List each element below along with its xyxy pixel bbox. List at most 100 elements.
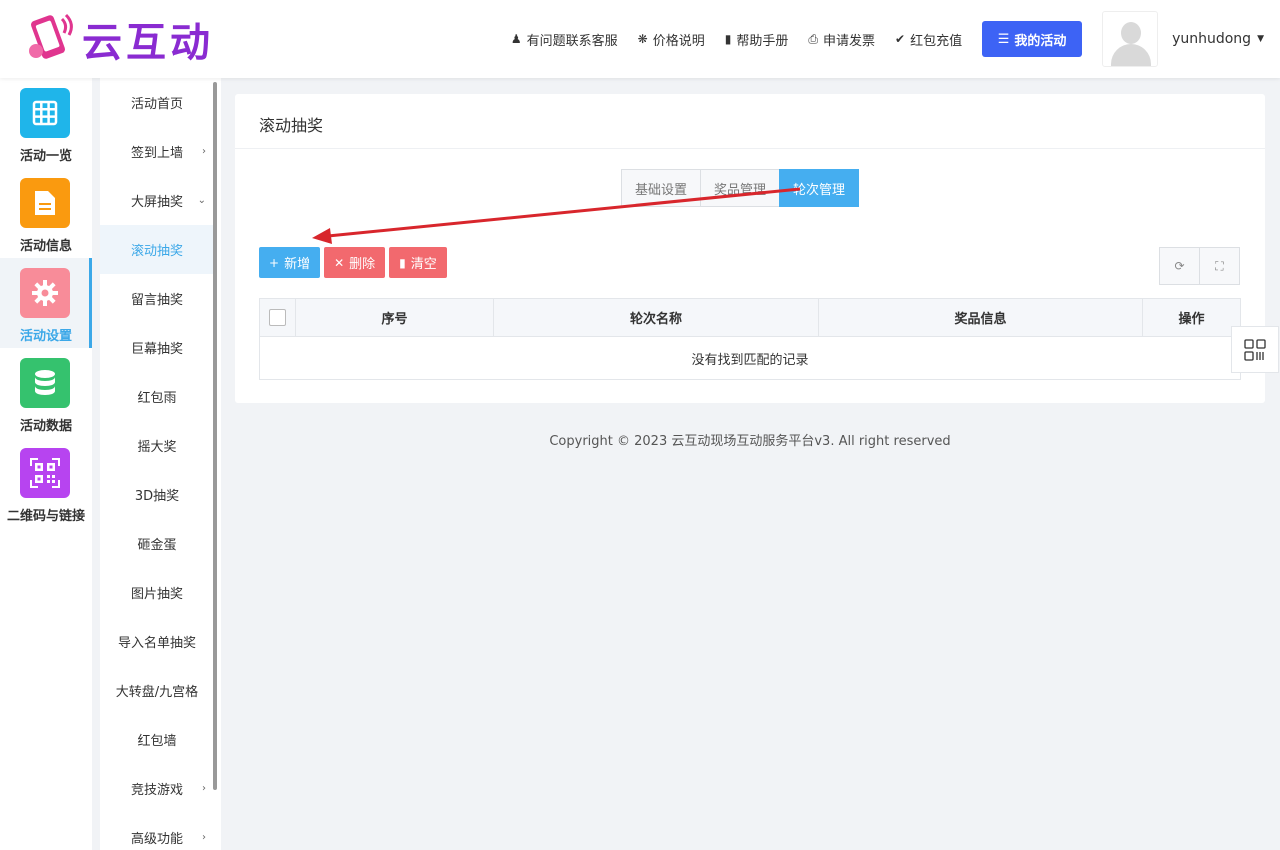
table-header: 序号 轮次名称 奖品信息 操作	[260, 299, 1240, 337]
username-label: yunhudong	[1172, 31, 1252, 47]
pricing-label: 价格说明	[652, 33, 705, 49]
tab-basic-settings[interactable]: 基础设置	[621, 169, 702, 207]
add-button[interactable]: + 新增	[259, 247, 321, 278]
top-header: 云互动 ♟ 有问题联系客服 ❋ 价格说明 ▮ 帮助手册 ⎙ 申请发票 ✔ 红包充…	[0, 0, 1280, 78]
refresh-icon: ⟳	[1174, 259, 1185, 273]
chevron-right-icon: ›	[202, 783, 206, 794]
my-activity-button[interactable]: ☰ 我的活动	[982, 21, 1083, 57]
submenu-label: 红包墙	[137, 734, 177, 749]
sidebar-item-info[interactable]: 活动信息	[0, 168, 92, 258]
submenu-item-red-packet-wall[interactable]: 红包墙	[100, 715, 214, 764]
submenu-label: 砸金蛋	[137, 538, 177, 553]
submenu-item-advanced[interactable]: 高级功能 ›	[100, 813, 214, 850]
submenu-item-red-packet-rain[interactable]: 红包雨	[100, 372, 214, 421]
recharge-label: 红包充值	[910, 33, 963, 49]
submenu-item-rolling-lottery[interactable]: 滚动抽奖	[100, 225, 214, 274]
invoice-link[interactable]: ⎙ 申请发票	[808, 30, 875, 49]
submenu-item-competitive-games[interactable]: 竞技游戏 ›	[100, 764, 214, 813]
empty-message: 没有找到匹配的记录	[691, 352, 809, 368]
delete-button[interactable]: ✕ 删除	[324, 247, 386, 278]
support-link[interactable]: ♟ 有问题联系客服	[511, 30, 618, 49]
database-icon	[20, 358, 70, 408]
user-menu[interactable]: yunhudong ▼	[1172, 31, 1264, 47]
sidebar-item-qrcode[interactable]: 二维码与链接	[0, 438, 92, 528]
footer-copyright: Copyright © 2023 云互动现场互动服务平台v3. All righ…	[549, 434, 951, 449]
submenu-item-wheel-grid[interactable]: 大转盘/九宫格	[100, 666, 214, 715]
sub-menu: 活动首页 签到上墙 › 大屏抽奖 ⌄ 滚动抽奖 留言抽奖 巨幕抽奖 红包雨 摇大奖 …	[100, 78, 221, 850]
submenu-label: 签到上墙	[130, 146, 183, 161]
tab-prize-management[interactable]: 奖品管理	[700, 169, 781, 207]
submenu-item-shake-prize[interactable]: 摇大奖	[100, 421, 214, 470]
submenu-scrollbar[interactable]	[213, 82, 217, 790]
select-all-checkbox[interactable]	[269, 309, 286, 326]
floating-qrcode-button[interactable]	[1231, 326, 1279, 373]
help-link[interactable]: ▮ 帮助手册	[725, 30, 789, 49]
sidebar-label: 二维码与链接	[6, 509, 85, 524]
submenu-item-3d-lottery[interactable]: 3D抽奖	[100, 470, 214, 519]
column-prize-info[interactable]: 奖品信息	[819, 299, 1143, 336]
help-label: 帮助手册	[736, 33, 789, 49]
fullscreen-button[interactable]: ⛶	[1199, 247, 1240, 285]
icon-sidebar: 活动一览 活动信息 活动设置 活动数据 二维码与链接	[0, 78, 92, 850]
avatar[interactable]	[1102, 11, 1159, 67]
column-actions: 操作	[1178, 312, 1205, 327]
sidebar-item-settings[interactable]: 活动设置	[0, 258, 92, 348]
sidebar-label: 活动设置	[19, 329, 72, 344]
submenu-item-golden-egg[interactable]: 砸金蛋	[100, 519, 214, 568]
fullscreen-icon: ⛶	[1215, 258, 1224, 273]
book-icon: ▮	[724, 32, 732, 46]
clear-label: 清空	[410, 257, 437, 272]
list-icon: ☰	[997, 31, 1010, 47]
close-icon: ✕	[334, 255, 345, 270]
column-index[interactable]: 序号	[296, 299, 494, 336]
clear-button[interactable]: ▮ 清空	[389, 247, 447, 278]
pricing-link[interactable]: ❋ 价格说明	[638, 30, 705, 49]
trash-icon: ▮	[399, 255, 406, 270]
sidebar-label: 活动一览	[19, 149, 72, 164]
shield-check-icon: ✔	[895, 32, 906, 46]
submenu-item-image-lottery[interactable]: 图片抽奖	[100, 568, 214, 617]
submenu-item-giant-screen-lottery[interactable]: 巨幕抽奖	[100, 323, 214, 372]
submenu-label: 图片抽奖	[130, 587, 183, 602]
qrcode-icon	[20, 448, 70, 498]
delete-label: 删除	[349, 257, 376, 272]
sidebar-item-data[interactable]: 活动数据	[0, 348, 92, 438]
sidebar-label: 活动信息	[19, 239, 72, 254]
select-all-cell	[260, 299, 296, 336]
column-round-name[interactable]: 轮次名称	[494, 299, 819, 336]
qrcode-outline-icon	[1244, 338, 1266, 361]
top-nav: ♟ 有问题联系客服 ❋ 价格说明 ▮ 帮助手册 ⎙ 申请发票 ✔ 红包充值 ☰ …	[511, 0, 1280, 78]
brand-logo[interactable]: 云互动	[22, 10, 214, 68]
submenu-item-home[interactable]: 活动首页	[100, 78, 214, 127]
submenu-item-import-list-lottery[interactable]: 导入名单抽奖	[100, 617, 214, 666]
submenu-label: 巨幕抽奖	[130, 342, 183, 357]
add-label: 新增	[284, 257, 311, 272]
support-label: 有问题联系客服	[526, 33, 618, 49]
submenu-label: 大屏抽奖	[130, 195, 183, 210]
submenu-label: 留言抽奖	[130, 293, 183, 308]
my-activity-label: 我的活动	[1014, 33, 1067, 49]
grid-icon	[20, 88, 70, 138]
tab-round-management[interactable]: 轮次管理	[779, 169, 860, 207]
badge-icon: ❋	[637, 32, 648, 46]
chevron-right-icon: ›	[202, 832, 206, 843]
invoice-label: 申请发票	[822, 33, 875, 49]
phone-logo-icon	[22, 11, 78, 67]
user-add-icon: ♟	[510, 32, 522, 46]
submenu-label: 导入名单抽奖	[117, 636, 196, 651]
submenu-item-signin-wall[interactable]: 签到上墙 ›	[100, 127, 214, 176]
brand-name: 云互动	[82, 20, 214, 66]
avatar-head	[1121, 22, 1142, 44]
sidebar-item-overview[interactable]: 活动一览	[0, 78, 92, 168]
chevron-right-icon: ›	[202, 146, 206, 157]
printer-icon: ⎙	[808, 31, 818, 46]
submenu-label: 大转盘/九宫格	[115, 685, 199, 700]
refresh-button[interactable]: ⟳	[1159, 247, 1200, 285]
submenu-label: 活动首页	[130, 97, 183, 112]
submenu-item-big-screen-lottery[interactable]: 大屏抽奖 ⌄	[100, 176, 214, 225]
submenu-item-message-lottery[interactable]: 留言抽奖	[100, 274, 214, 323]
avatar-body	[1111, 44, 1152, 66]
gear-icon	[20, 268, 70, 318]
chevron-down-icon: ⌄	[197, 195, 206, 206]
recharge-link[interactable]: ✔ 红包充值	[895, 30, 962, 49]
